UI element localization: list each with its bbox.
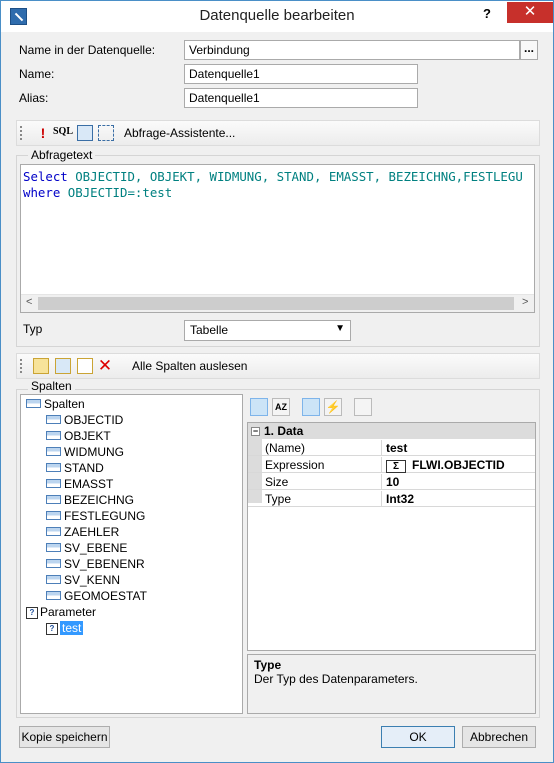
- add-column-icon[interactable]: [33, 358, 49, 374]
- parameter-icon: ?: [26, 606, 38, 619]
- toolbar-grip[interactable]: [20, 359, 23, 373]
- expression-value[interactable]: Σ FLWI.OBJECTID: [383, 457, 508, 474]
- property-row[interactable]: (Name) test: [248, 440, 535, 456]
- property-row[interactable]: Expression Σ FLWI.OBJECTID: [248, 457, 535, 473]
- column-icon: [46, 511, 61, 521]
- scroll-left-icon[interactable]: <: [26, 296, 32, 308]
- tree-item-column[interactable]: EMASST: [46, 477, 113, 491]
- alias-label: Alias:: [19, 91, 49, 105]
- read-all-columns-button[interactable]: Alle Spalten auslesen: [132, 359, 247, 373]
- add-calculated-column-icon[interactable]: [55, 358, 71, 374]
- sigma-icon: Σ: [386, 460, 406, 473]
- query-group-label: Abfragetext: [28, 148, 96, 162]
- wizard-icon[interactable]: [98, 125, 114, 141]
- type-value: Tabelle: [190, 323, 229, 337]
- browse-button[interactable]: ...: [520, 40, 538, 60]
- property-row[interactable]: Size 10: [248, 474, 535, 490]
- query-text: OBJECTID=:test: [60, 185, 173, 200]
- query-line-1: Select OBJECTID, OBJEKT, WIDMUNG, STAND,…: [23, 169, 523, 184]
- column-icon: [46, 431, 61, 441]
- property-pages-icon[interactable]: [354, 398, 372, 416]
- tree-item-column[interactable]: SV_KENN: [46, 573, 120, 587]
- column-icon: [46, 527, 61, 537]
- name-label: Name:: [19, 67, 55, 81]
- columns-icon: [26, 399, 41, 409]
- property-grid[interactable]: −1. Data (Name) test Expression Σ FLWI.OBJE…: [247, 422, 536, 651]
- column-icon: [46, 479, 61, 489]
- name-field[interactable]: Datenquelle1: [184, 64, 418, 84]
- column-icon: [46, 575, 61, 585]
- add-parameter-icon[interactable]: [77, 358, 93, 374]
- tree-item-parameter[interactable]: ? test: [46, 621, 84, 635]
- tree-item-column[interactable]: SV_EBENE: [46, 541, 127, 555]
- tree-root-parameters[interactable]: ? Parameter: [26, 605, 96, 619]
- columns-tree[interactable]: Spalten OBJECTID OBJEKT WIDMUNG STAND EMASST…: [20, 394, 243, 714]
- query-editor[interactable]: Select OBJECTID, OBJEKT, WIDMUNG, STAND,…: [20, 164, 535, 313]
- properties-icon[interactable]: [302, 398, 320, 416]
- tree-item-column[interactable]: ZAEHLER: [46, 525, 119, 539]
- tree-item-column[interactable]: OBJECTID: [46, 413, 123, 427]
- sql-icon[interactable]: SQL: [53, 126, 75, 142]
- tree-item-column[interactable]: FESTLEGUNG: [46, 509, 145, 523]
- description-text: Der Typ des Datenparameters.: [254, 672, 418, 686]
- alphabetical-icon[interactable]: AZ: [272, 398, 290, 416]
- datasource-field[interactable]: Verbindung: [184, 40, 520, 60]
- column-icon: [46, 495, 61, 505]
- type-select[interactable]: Tabelle ▼: [184, 320, 351, 341]
- collapse-icon[interactable]: −: [251, 427, 260, 437]
- query-builder-icon[interactable]: [77, 125, 93, 141]
- property-description: Type Der Typ des Datenparameters.: [247, 654, 536, 714]
- query-line-2: where OBJECTID=:test: [23, 185, 172, 200]
- tree-item-column[interactable]: WIDMUNG: [46, 445, 124, 459]
- column-icon: [46, 463, 61, 473]
- categorized-icon[interactable]: [250, 398, 268, 416]
- save-copy-button[interactable]: Kopie speichern: [19, 726, 110, 748]
- tree-root-columns[interactable]: Spalten: [26, 397, 85, 411]
- chevron-down-icon: ▼: [335, 323, 345, 334]
- columns-group-label: Spalten: [28, 379, 75, 393]
- tree-item-column[interactable]: BEZEICHNG: [46, 493, 134, 507]
- query-toolbar: ! SQL Abfrage-Assistente...: [16, 120, 540, 146]
- tree-item-column[interactable]: GEOMOESTAT: [46, 589, 147, 603]
- column-icon: [46, 415, 61, 425]
- window-title: Datenquelle bearbeiten: [199, 7, 355, 24]
- tree-item-column[interactable]: STAND: [46, 461, 104, 475]
- sql-keyword: where: [23, 185, 61, 200]
- ok-button[interactable]: OK: [381, 726, 455, 748]
- category-header[interactable]: −1. Data: [248, 423, 535, 439]
- property-grid-panel: AZ ⚡ −1. Data (Name) test Expression Σ FLWI…: [247, 394, 536, 651]
- help-button[interactable]: ?: [475, 4, 499, 24]
- cancel-button[interactable]: Abbrechen: [462, 726, 536, 748]
- dialog-window: Datenquelle bearbeiten ? ✕ Name in der D…: [0, 0, 554, 763]
- toolbar-grip[interactable]: [20, 126, 23, 140]
- close-button[interactable]: ✕: [507, 2, 553, 23]
- tree-item-column[interactable]: OBJEKT: [46, 429, 111, 443]
- columns-toolbar: ✕ Alle Spalten auslesen: [16, 353, 540, 379]
- title-bar: Datenquelle bearbeiten ? ✕: [1, 1, 553, 32]
- tree-item-column[interactable]: SV_EBENENR: [46, 557, 145, 571]
- datasource-label: Name in der Datenquelle:: [19, 43, 156, 57]
- property-row[interactable]: Type Int32: [248, 491, 535, 507]
- events-icon[interactable]: ⚡: [324, 398, 342, 416]
- sql-keyword: Select: [23, 169, 68, 184]
- column-icon: [46, 591, 61, 601]
- type-label: Typ: [23, 322, 43, 336]
- parameter-icon: ?: [46, 622, 58, 635]
- execute-icon[interactable]: !: [35, 125, 51, 141]
- column-icon: [46, 543, 61, 553]
- delete-icon[interactable]: ✕: [97, 356, 113, 375]
- scroll-right-icon[interactable]: >: [522, 296, 528, 308]
- description-title: Type: [254, 658, 282, 672]
- query-text: OBJECTID, OBJEKT, WIDMUNG, STAND, EMASST…: [67, 169, 523, 184]
- horizontal-scrollbar[interactable]: < >: [21, 294, 534, 312]
- column-icon: [46, 559, 61, 569]
- query-wizard-button[interactable]: Abfrage-Assistente...: [124, 126, 235, 140]
- alias-field[interactable]: Datenquelle1: [184, 88, 418, 108]
- column-icon: [46, 447, 61, 457]
- scroll-thumb[interactable]: [38, 297, 514, 310]
